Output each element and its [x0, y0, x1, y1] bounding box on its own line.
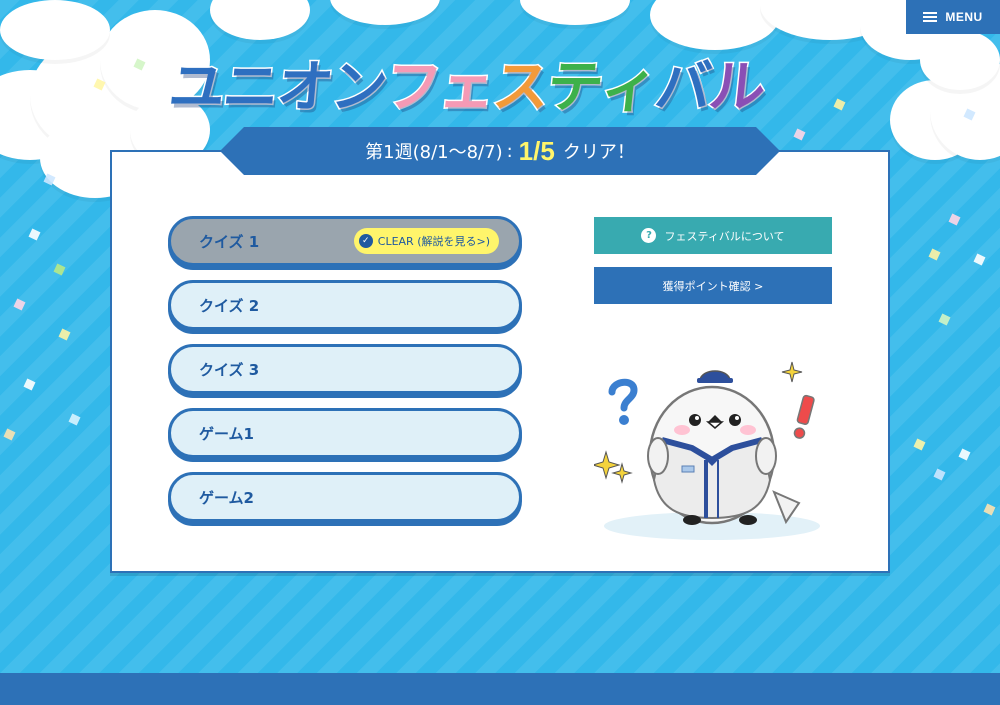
confetti-decoration: [933, 468, 946, 481]
festival-logo: ユニオンフェスティバル: [164, 42, 834, 122]
logo-char: オ: [272, 54, 336, 122]
check-points-label: 獲得ポイント確認 >: [662, 279, 764, 293]
confetti-decoration: [793, 128, 806, 141]
sparkle-icon: [611, 462, 633, 484]
sparkle-icon: [781, 361, 803, 383]
logo-char: テ: [542, 54, 606, 122]
confetti-decoration: [928, 248, 941, 261]
footer-bar: [0, 673, 1000, 705]
confetti-decoration: [983, 503, 996, 516]
question-icon: ?: [641, 228, 657, 243]
hamburger-icon: [923, 12, 938, 22]
confetti-decoration: [913, 438, 926, 451]
confetti-decoration: [938, 313, 951, 326]
clear-badge-label: CLEAR (解説を見る>): [377, 235, 490, 248]
check-points-button[interactable]: 獲得ポイント確認 >: [594, 267, 832, 304]
quiz-label: ゲーム1: [199, 424, 254, 443]
week-ribbon: 第1週(8/1〜8/7) : 1/5 クリア！: [220, 127, 780, 175]
quiz-2-button[interactable]: クイズ 2: [168, 280, 522, 330]
menu-label: MENU: [945, 10, 983, 24]
clear-explanation-link[interactable]: ✓ CLEAR (解説を見る>): [353, 228, 499, 254]
confetti-decoration: [948, 213, 961, 226]
confetti-decoration: [58, 328, 71, 341]
logo-char: ル: [704, 54, 768, 122]
quiz-label: ゲーム2: [199, 488, 254, 507]
quiz-label: クイズ 2: [199, 296, 260, 315]
cloud-decoration: [210, 0, 310, 40]
logo-char: ェ: [434, 54, 498, 122]
logo-char: ン: [326, 54, 390, 122]
cloud-decoration: [520, 0, 630, 25]
check-circle-icon: ✓: [358, 234, 373, 248]
logo-char: ス: [488, 54, 552, 122]
about-festival-label: フェスティバルについて: [664, 229, 785, 243]
logo-char: フ: [380, 54, 444, 122]
logo-char: ユ: [164, 54, 228, 122]
quiz-label: クイズ 3: [199, 360, 260, 379]
confetti-decoration: [13, 298, 26, 311]
week-label: 第1週(8/1〜8/7): [365, 142, 503, 163]
week-suffix: クリア！: [562, 142, 635, 163]
confetti-decoration: [958, 448, 971, 461]
week-progress: 1/5: [518, 135, 555, 166]
mascot-illustration: [594, 361, 820, 540]
logo-char: バ: [650, 54, 714, 122]
question-mark-icon: [608, 378, 638, 425]
confetti-decoration: [68, 413, 81, 426]
cloud-decoration: [920, 30, 1000, 90]
confetti-decoration: [23, 378, 36, 391]
confetti-decoration: [53, 263, 66, 276]
logo-char: ニ: [218, 54, 282, 122]
cloud-decoration: [330, 0, 440, 25]
quiz-label: クイズ 1: [199, 232, 260, 251]
logo-char: ィ: [596, 54, 660, 122]
game-1-button[interactable]: ゲーム1: [168, 408, 522, 458]
week-separator: :: [506, 140, 513, 162]
cloud-decoration: [0, 0, 110, 60]
game-2-button[interactable]: ゲーム2: [168, 472, 522, 522]
quiz-3-button[interactable]: クイズ 3: [168, 344, 522, 394]
confetti-decoration: [973, 253, 986, 266]
about-festival-button[interactable]: ? フェスティバルについて: [594, 217, 832, 254]
quiz-1-button[interactable]: クイズ 1 ✓ CLEAR (解説を見る>): [168, 216, 522, 266]
confetti-decoration: [833, 98, 846, 111]
confetti-decoration: [28, 228, 41, 241]
menu-button[interactable]: MENU: [906, 0, 1000, 34]
exclamation-icon: [793, 394, 815, 439]
confetti-decoration: [3, 428, 16, 441]
